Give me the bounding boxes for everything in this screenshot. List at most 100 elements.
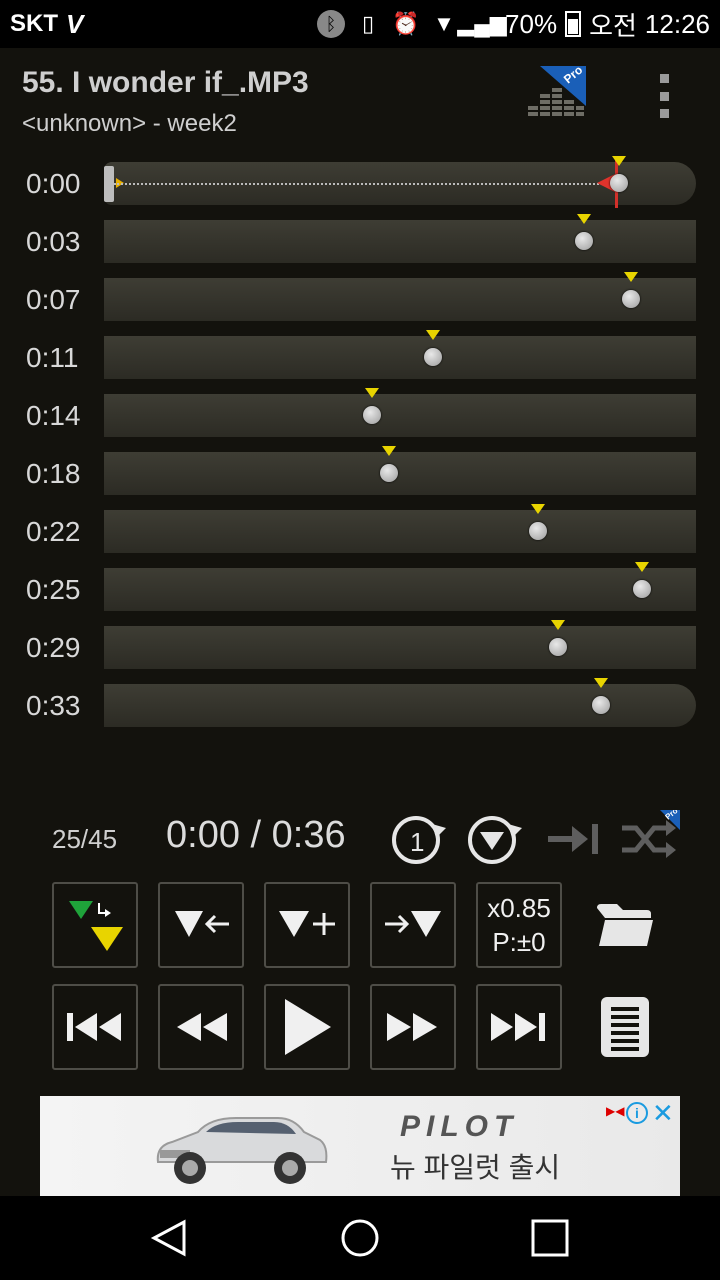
fast-forward-button[interactable] xyxy=(370,984,456,1070)
track-subtitle: <unknown> - week2 xyxy=(22,110,237,137)
skip-next-icon xyxy=(491,1013,545,1041)
carrier-logo-icon: V xyxy=(66,8,83,39)
ad-info-icon[interactable]: i xyxy=(626,1102,648,1124)
marker-add-button[interactable] xyxy=(264,882,350,968)
car-image xyxy=(156,1117,328,1184)
track-title: 55. I wonder if_.MP3 xyxy=(22,66,309,99)
skip-to-end-button[interactable] xyxy=(476,984,562,1070)
position-knob[interactable] xyxy=(592,696,610,714)
marker-toggle-button[interactable] xyxy=(52,882,138,968)
section-row[interactable]: 0:00 xyxy=(0,156,720,218)
overflow-menu-icon[interactable] xyxy=(652,74,676,118)
play-button[interactable] xyxy=(264,984,350,1070)
ad-banner[interactable]: PILOT 뉴 파일럿 출시 ▶◀ i ✕ xyxy=(40,1096,680,1196)
shuffle-icon[interactable]: Pro xyxy=(618,810,680,868)
position-knob[interactable] xyxy=(363,406,381,424)
skip-to-start-button[interactable] xyxy=(52,984,138,1070)
position-knob[interactable] xyxy=(549,638,567,656)
bookmark-marker-icon xyxy=(594,678,608,688)
rewind-button[interactable] xyxy=(158,984,244,1070)
section-start-time: 0:25 xyxy=(26,574,81,605)
bookmark-marker-icon xyxy=(577,214,591,224)
section-row[interactable]: 0:03 xyxy=(0,214,720,276)
position-knob[interactable] xyxy=(633,580,651,598)
home-icon[interactable] xyxy=(340,1218,380,1258)
section-start-time: 0:14 xyxy=(26,400,81,431)
section-waveform-bar[interactable] xyxy=(104,214,696,263)
section-start-time: 0:29 xyxy=(26,632,81,663)
bookmark-marker-icon xyxy=(365,388,379,398)
ad-tagline: 뉴 파일럿 출시 xyxy=(390,1152,561,1183)
ad-close-icon[interactable]: ✕ xyxy=(652,1098,674,1129)
section-waveform-bar[interactable] xyxy=(104,156,696,208)
position-knob[interactable] xyxy=(529,522,547,540)
alarm-icon: ⏰ xyxy=(392,11,420,36)
pitch-value: P:±0 xyxy=(492,927,546,957)
section-row[interactable]: 0:18 xyxy=(0,446,720,508)
start-handle[interactable] xyxy=(104,166,114,202)
status-bar: SKT V ᛒ ▯ ⏰ ▼ ▂▄▆ 70% 오전 12:26 xyxy=(0,0,720,48)
rewind-icon xyxy=(177,1013,227,1041)
section-row[interactable]: 0:33 xyxy=(0,678,720,740)
section-row[interactable]: 0:11 xyxy=(0,330,720,392)
bluetooth-icon: ᛒ xyxy=(317,10,346,38)
back-icon[interactable] xyxy=(150,1218,190,1258)
folder-button[interactable] xyxy=(582,882,668,968)
position-knob[interactable] xyxy=(424,348,442,366)
bookmark-marker-icon xyxy=(612,156,626,166)
position-knob[interactable] xyxy=(575,232,593,250)
section-row[interactable]: 0:22 xyxy=(0,504,720,566)
section-start-time: 0:22 xyxy=(26,516,81,547)
section-start-time: 0:11 xyxy=(26,342,79,373)
section-waveform-bar[interactable] xyxy=(104,678,696,727)
section-row[interactable]: 0:07 xyxy=(0,272,720,334)
header: 55. I wonder if_.MP3 <unknown> - week2 P… xyxy=(0,48,720,148)
section-waveform-bar[interactable] xyxy=(104,620,696,669)
speed-pitch-button[interactable]: x0.85 P:±0 xyxy=(476,882,562,968)
next-track-icon[interactable] xyxy=(542,810,604,868)
section-waveform-bar[interactable] xyxy=(104,330,696,379)
loop-range-line xyxy=(114,183,599,185)
battery-icon xyxy=(565,11,582,37)
playlist-button[interactable] xyxy=(582,984,668,1070)
bookmark-marker-icon xyxy=(551,620,565,630)
track-counter: 25/45 xyxy=(52,824,118,854)
section-row[interactable]: 0:25 xyxy=(0,562,720,624)
svg-text:1: 1 xyxy=(410,827,424,857)
bookmark-marker-icon xyxy=(635,562,649,572)
position-knob[interactable] xyxy=(622,290,640,308)
recents-icon[interactable] xyxy=(530,1218,570,1258)
wifi-icon: ▼ xyxy=(433,11,455,36)
equalizer-pro-icon[interactable]: Pro xyxy=(526,66,586,122)
section-row[interactable]: 0:29 xyxy=(0,620,720,682)
transport-info: 25/45 0:00 / 0:36 1 Pro xyxy=(0,808,720,878)
position-knob[interactable] xyxy=(380,464,398,482)
position-knob[interactable] xyxy=(610,174,628,192)
section-start-time: 0:33 xyxy=(26,690,81,721)
repeat-section-icon[interactable] xyxy=(464,810,526,868)
ad-brand: PILOT xyxy=(400,1110,519,1143)
section-waveform-bar[interactable] xyxy=(104,504,696,553)
bookmark-marker-icon xyxy=(382,446,396,456)
section-start-time: 0:18 xyxy=(26,458,81,489)
repeat-one-icon[interactable]: 1 xyxy=(388,810,450,868)
bookmark-marker-icon xyxy=(426,330,440,340)
section-waveform-bar[interactable] xyxy=(104,446,696,495)
navigation-bar xyxy=(0,1196,720,1280)
section-row[interactable]: 0:14 xyxy=(0,388,720,450)
bookmark-marker-icon xyxy=(624,272,638,282)
battery-percent: 70% xyxy=(505,8,558,39)
carrier-label: SKT xyxy=(10,10,58,37)
marker-next-button[interactable] xyxy=(370,882,456,968)
section-waveform-bar[interactable] xyxy=(104,272,696,321)
clock-ampm: 오전 xyxy=(589,10,637,41)
signal-icon: ▂▄▆ xyxy=(457,11,507,36)
section-waveform-bar[interactable] xyxy=(104,388,696,437)
section-waveform-bar[interactable] xyxy=(104,562,696,611)
folder-icon xyxy=(597,904,653,946)
speed-value: x0.85 xyxy=(487,893,551,923)
marker-prev-button[interactable] xyxy=(158,882,244,968)
fast-forward-icon xyxy=(387,1013,437,1041)
bookmark-marker-icon xyxy=(531,504,545,514)
vibrate-icon: ▯ xyxy=(361,11,375,36)
